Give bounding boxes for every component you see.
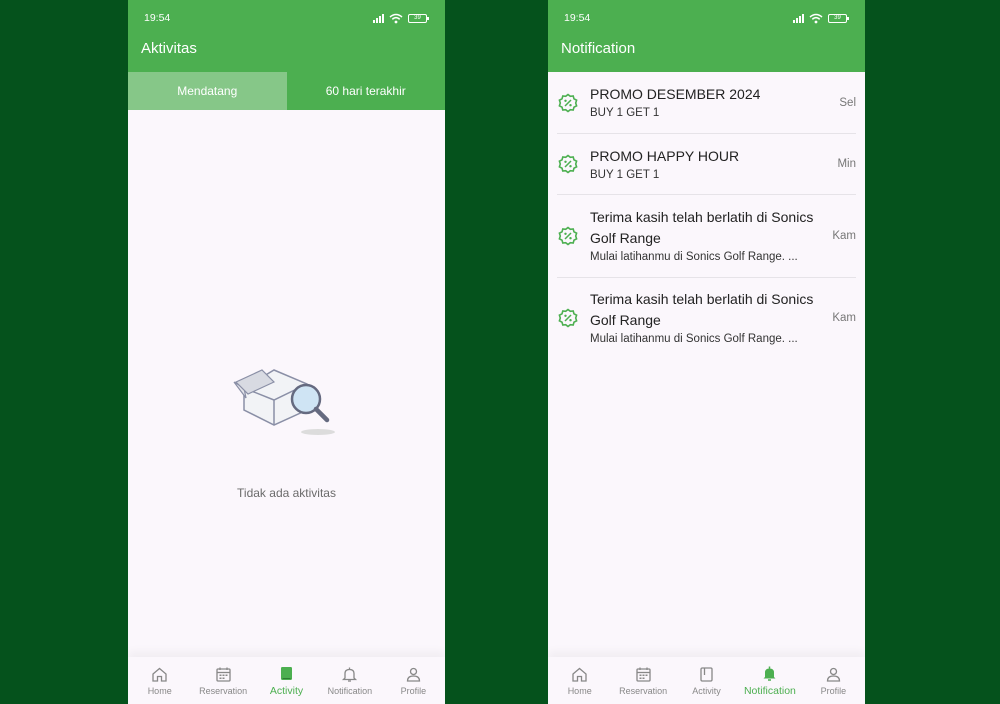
nav-label: Profile (820, 685, 847, 696)
empty-message: Tidak ada aktivitas (237, 486, 336, 500)
notification-screen: 19:54 39 Notification PROMO DESEMBER 202… (548, 0, 865, 704)
notification-item[interactable]: Terima kasih telah berlatih di Sonics Go… (557, 195, 856, 278)
status-bar: 19:54 39 (144, 12, 429, 24)
home-icon (572, 667, 587, 682)
wifi-icon (809, 13, 823, 23)
notification-title: Terima kasih telah berlatih di Sonics Go… (590, 291, 814, 328)
book-icon (700, 666, 713, 682)
battery-icon: 39 (828, 13, 849, 23)
app-bar: 19:54 39 Aktivitas (128, 0, 445, 72)
nav-label: Home (567, 685, 592, 696)
page-title: Aktivitas (141, 40, 197, 57)
tab-last-60-days[interactable]: 60 hari terakhir (287, 72, 446, 110)
nav-reservation[interactable]: Reservation (191, 657, 254, 704)
person-icon (826, 667, 840, 682)
discount-badge-icon (558, 308, 578, 328)
notification-item[interactable]: Terima kasih telah berlatih di Sonics Go… (557, 278, 856, 358)
notification-subtitle: BUY 1 GET 1 (590, 107, 660, 119)
person-icon (406, 667, 420, 682)
nav-home[interactable]: Home (548, 657, 611, 704)
discount-badge-icon (558, 154, 578, 174)
bell-icon (763, 666, 776, 681)
nav-reservation[interactable]: Reservation (611, 657, 674, 704)
bottom-nav: Home Reservation Activity Notification P… (548, 657, 865, 704)
nav-label: Activity (692, 685, 721, 696)
notification-day: Min (837, 158, 856, 170)
notification-subtitle: BUY 1 GET 1 (590, 168, 660, 181)
home-icon (152, 667, 167, 682)
notification-item[interactable]: PROMO HAPPY HOUR BUY 1 GET 1 Min (557, 134, 856, 195)
nav-profile[interactable]: Profile (382, 657, 445, 704)
nav-label: Home (147, 685, 172, 696)
notification-subtitle: Mulai latihanmu di Sonics Golf Range. ..… (590, 333, 798, 345)
notification-subtitle: Mulai latihanmu di Sonics Golf Range. ..… (590, 251, 798, 263)
nav-profile[interactable]: Profile (802, 657, 865, 704)
nav-label: Reservation (619, 685, 668, 696)
nav-notification[interactable]: Notification (738, 657, 801, 704)
notification-title: PROMO HAPPY HOUR (590, 147, 740, 164)
calendar-icon (635, 667, 651, 682)
nav-label: Notification (743, 684, 796, 697)
bottom-nav: Home Reservation Activity Notification P… (128, 657, 445, 704)
nav-notification[interactable]: Notification (318, 657, 381, 704)
notification-title: PROMO DESEMBER 2024 (590, 86, 761, 102)
notification-item[interactable]: PROMO DESEMBER 2024 BUY 1 GET 1 Sel (557, 72, 856, 134)
calendar-icon (215, 667, 231, 682)
book-icon (281, 666, 293, 680)
activity-screen: 19:54 39 Aktivitas Mendatang 60 hari ter… (128, 0, 445, 704)
status-time: 19:54 (144, 12, 171, 24)
page-title: Notification (561, 40, 636, 57)
notification-day: Sel (839, 96, 856, 109)
empty-box-search-icon (233, 369, 335, 435)
nav-activity[interactable]: Activity (255, 657, 318, 704)
battery-icon: 39 (408, 13, 429, 23)
nav-label: Notification (327, 685, 373, 696)
nav-home[interactable]: Home (128, 657, 191, 704)
discount-badge-icon (558, 92, 578, 113)
signal-icon (373, 13, 384, 23)
app-bar: 19:54 39 Notification (548, 0, 865, 72)
status-bar: 19:54 39 (564, 12, 849, 24)
notification-day: Kam (832, 312, 856, 324)
nav-activity[interactable]: Activity (675, 657, 738, 704)
tab-bar: Mendatang 60 hari terakhir (128, 72, 445, 110)
tab-upcoming[interactable]: Mendatang (128, 72, 287, 110)
bell-icon (342, 667, 358, 682)
status-time: 19:54 (564, 12, 591, 24)
empty-state: Tidak ada aktivitas (128, 360, 445, 500)
signal-icon (793, 13, 804, 23)
notification-day: Kam (832, 230, 856, 242)
notification-title: Terima kasih telah berlatih di Sonics Go… (590, 209, 814, 246)
nav-label: Profile (400, 685, 427, 696)
notification-list: PROMO DESEMBER 2024 BUY 1 GET 1 Sel PROM… (548, 72, 865, 358)
discount-badge-icon (558, 226, 578, 246)
wifi-icon (389, 13, 403, 23)
nav-label: Reservation (199, 685, 248, 696)
nav-label: Activity (269, 684, 304, 697)
